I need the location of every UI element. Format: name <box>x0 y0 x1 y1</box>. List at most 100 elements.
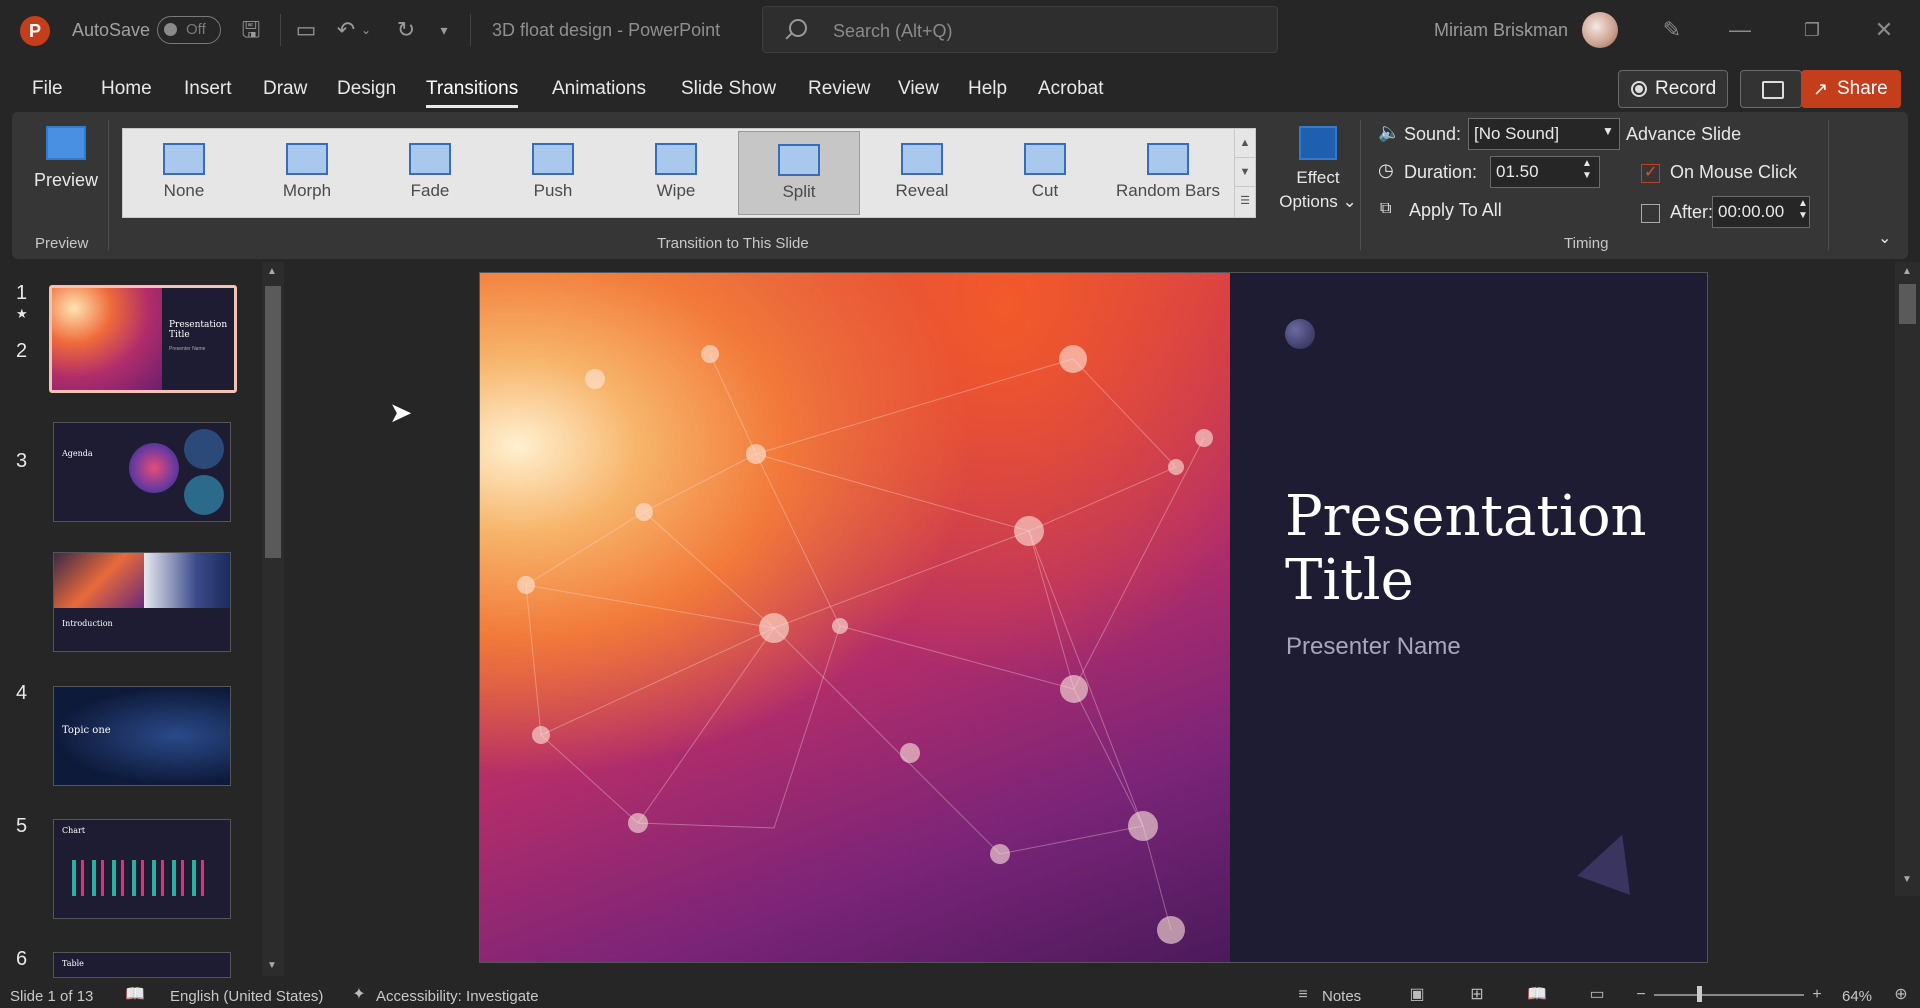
restore-icon[interactable]: ❐ <box>1792 14 1832 46</box>
undo-dropdown-icon[interactable]: ⌄ <box>358 14 374 46</box>
slide-sorter-icon[interactable]: ⊞ <box>1466 987 1488 1003</box>
gallery-down-icon[interactable]: ▼ <box>1235 158 1255 187</box>
scroll-up-icon[interactable]: ▲ <box>267 266 277 277</box>
preview-button[interactable]: Preview <box>26 126 106 216</box>
transition-split[interactable]: Split <box>738 131 860 215</box>
effect-options-button[interactable]: Effect Options ⌄ <box>1278 126 1358 226</box>
transition-morph[interactable]: Morph <box>246 131 368 215</box>
minimize-icon[interactable]: — <box>1720 14 1760 46</box>
slide-thumbnail-6[interactable]: Table <box>53 952 231 978</box>
autosave-toggle[interactable]: Off <box>157 16 221 44</box>
tab-design[interactable]: Design <box>337 78 396 100</box>
canvas-scrollbar[interactable]: ▲ ▼ <box>1895 262 1920 896</box>
fit-to-window-icon[interactable]: ⊕ <box>1890 987 1912 1003</box>
tab-draw[interactable]: Draw <box>263 78 307 100</box>
thumb-subtitle: Presenter Name <box>169 346 206 352</box>
sound-dropdown[interactable]: [No Sound] <box>1468 118 1620 150</box>
slides-scrollbar[interactable]: ▲ ▼ <box>262 262 284 976</box>
slide-number: 3 <box>16 450 28 472</box>
tab-review[interactable]: Review <box>808 78 870 100</box>
after-time-spinner[interactable]: 00:00.00 <box>1712 196 1810 228</box>
cut-transition-icon <box>1024 143 1066 175</box>
slide-subtitle[interactable]: Presenter Name <box>1286 633 1461 661</box>
tab-view[interactable]: View <box>898 78 939 100</box>
slide-thumbnail-2[interactable]: Agenda <box>53 422 231 522</box>
chevron-down-icon[interactable]: ▼ <box>1602 124 1614 138</box>
transition-reveal[interactable]: Reveal <box>861 131 983 215</box>
tab-animations[interactable]: Animations <box>552 78 646 100</box>
slide-number: 5 <box>16 815 28 837</box>
gallery-more-icon[interactable]: ☰ <box>1235 187 1255 216</box>
share-button[interactable]: Share <box>1801 70 1901 108</box>
thumb-title: Chart <box>62 826 86 835</box>
customize-qat-icon[interactable]: ▾ <box>434 14 454 46</box>
search-box[interactable]: Search (Alt+Q) <box>762 6 1278 53</box>
thumb-title: Introduction <box>62 619 113 628</box>
slide-thumbnail-1[interactable]: Presentation Title Presenter Name <box>49 285 237 393</box>
powerpoint-logo-icon: P <box>20 16 50 46</box>
collapse-ribbon-icon[interactable]: ⌄ <box>1878 228 1891 248</box>
tab-acrobat[interactable]: Acrobat <box>1038 78 1103 100</box>
transition-push[interactable]: Push <box>492 131 614 215</box>
current-slide[interactable]: Presentation Title Presenter Name <box>479 272 1708 963</box>
accessibility-status[interactable]: Accessibility: Investigate <box>376 988 539 1005</box>
spinner-arrows-icon[interactable]: ▲ ▼ <box>1798 198 1808 222</box>
notes-button[interactable]: Notes <box>1322 988 1361 1005</box>
zoom-slider[interactable] <box>1654 994 1804 996</box>
start-from-beginning-icon[interactable]: ▭ <box>290 14 322 46</box>
slide-thumbnail-4[interactable]: Topic one <box>53 686 231 786</box>
scroll-down-icon[interactable]: ▼ <box>267 960 277 971</box>
apply-to-all-button[interactable]: Apply To All <box>1409 200 1502 221</box>
zoom-level[interactable]: 64% <box>1842 988 1872 1005</box>
group-divider <box>108 120 109 250</box>
after-checkbox[interactable] <box>1641 204 1660 223</box>
transition-fade[interactable]: Fade <box>369 131 491 215</box>
after-label: After: <box>1670 202 1714 222</box>
transition-label: Wipe <box>656 181 696 200</box>
preview-label: Preview <box>33 170 99 190</box>
comments-button[interactable] <box>1740 70 1802 108</box>
zoom-in-icon[interactable]: + <box>1806 987 1828 1003</box>
tab-insert[interactable]: Insert <box>184 78 232 100</box>
tab-slide-show[interactable]: Slide Show <box>681 78 776 100</box>
designer-icon[interactable]: ✎ <box>1652 14 1692 46</box>
scrollbar-thumb[interactable] <box>265 286 281 558</box>
on-mouse-click-checkbox[interactable] <box>1641 162 1660 183</box>
save-icon[interactable]: 🖫 <box>235 14 267 46</box>
transition-wipe[interactable]: Wipe <box>615 131 737 215</box>
transition-none[interactable]: None <box>123 131 245 215</box>
language-indicator[interactable]: English (United States) <box>170 988 323 1005</box>
slide-thumbnail-3[interactable]: Introduction <box>53 552 231 652</box>
transition-label: Split <box>782 182 816 201</box>
tab-transitions[interactable]: Transitions <box>426 78 519 108</box>
reading-view-icon[interactable]: 📖 <box>1526 987 1548 1003</box>
apply-all-icon: ⧉ <box>1380 200 1392 217</box>
slide-thumbnail-5[interactable]: Chart <box>53 819 231 919</box>
scroll-down-icon[interactable]: ▼ <box>1902 874 1912 885</box>
advance-slide-title: Advance Slide <box>1626 124 1742 144</box>
tab-help[interactable]: Help <box>968 78 1007 100</box>
transition-label: Fade <box>410 181 450 200</box>
record-button[interactable]: Record <box>1618 70 1728 108</box>
normal-view-icon[interactable]: ▣ <box>1406 987 1428 1003</box>
zoom-slider-thumb[interactable] <box>1697 986 1702 1002</box>
redo-icon[interactable]: ↻ <box>390 14 422 46</box>
slide-title[interactable]: Presentation Title <box>1285 485 1647 613</box>
spinner-arrows-icon[interactable]: ▲ ▼ <box>1582 158 1592 182</box>
avatar[interactable] <box>1582 12 1618 48</box>
on-mouse-click-label: On Mouse Click <box>1670 162 1798 182</box>
transition-cut[interactable]: Cut <box>984 131 1106 215</box>
close-icon[interactable]: ✕ <box>1864 14 1904 46</box>
scroll-up-icon[interactable]: ▲ <box>1902 266 1912 277</box>
gallery-up-icon[interactable]: ▲ <box>1235 129 1255 158</box>
spellcheck-icon[interactable]: 📖 <box>124 987 146 1003</box>
zoom-out-icon[interactable]: − <box>1630 987 1652 1003</box>
user-name[interactable]: Miriam Briskman <box>1434 20 1568 41</box>
scrollbar-thumb[interactable] <box>1899 284 1916 324</box>
tab-file[interactable]: File <box>32 78 63 100</box>
thumb-title: Presentation Title <box>169 320 228 340</box>
transition-gallery: None Morph Fade Push Wipe Split Reveal C… <box>122 128 1246 218</box>
transition-random-bars[interactable]: Random Bars <box>1107 131 1229 215</box>
slide-show-icon[interactable]: ▭ <box>1586 987 1608 1003</box>
tab-home[interactable]: Home <box>101 78 152 100</box>
